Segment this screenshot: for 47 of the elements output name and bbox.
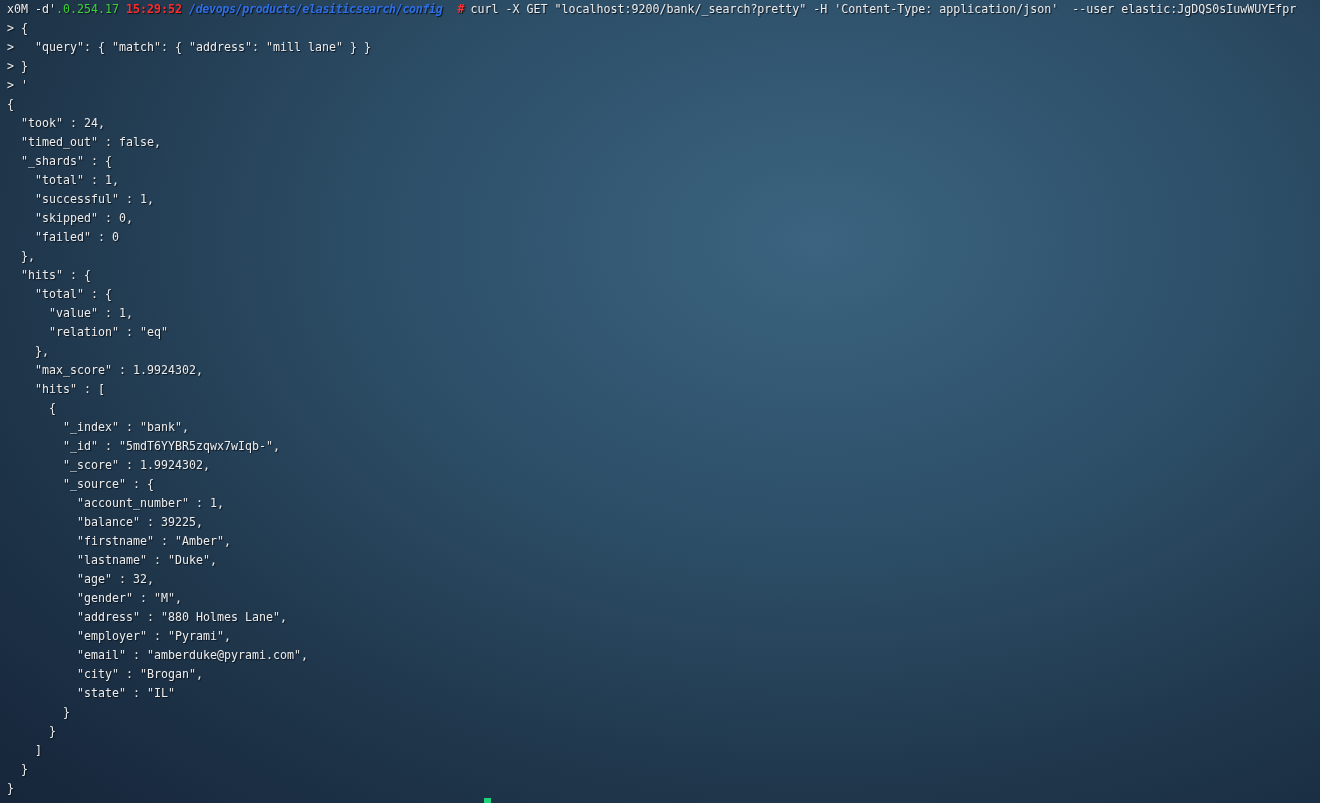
output-line: "skipped" : 0, [35, 210, 133, 227]
output-line: { [49, 400, 56, 417]
output-line: "_score" : 1.9924302, [63, 457, 210, 474]
output-line: "successful" : 1, [35, 191, 154, 208]
output-line: "_shards" : { [21, 153, 112, 170]
output-line: "address" : "880 Holmes Lane", [77, 609, 287, 626]
output-line: }, [35, 343, 49, 360]
output-line: "age" : 32, [77, 571, 154, 588]
output-line: "relation" : "eq" [49, 324, 168, 341]
output-line: { [7, 96, 14, 113]
output-line: } [49, 723, 56, 740]
output-line: "gender" : "M", [77, 590, 182, 607]
output-line: "employer" : "Pyrami", [77, 628, 231, 645]
input-line: > ' [7, 77, 28, 94]
host-address: .0.254.17 [56, 1, 119, 18]
output-line: "_index" : "bank", [63, 419, 189, 436]
output-line: "firstname" : "Amber", [77, 533, 231, 550]
input-line: > } [7, 58, 28, 75]
clock-time: 15:29:52 [126, 1, 182, 18]
output-line: "total" : { [35, 286, 112, 303]
output-line: "balance" : 39225, [77, 514, 203, 531]
input-line: > "query": { "match": { "address": "mill lane" } } [7, 39, 371, 56]
output-line: "state" : "IL" [77, 685, 175, 702]
output-line: "hits" : [ [35, 381, 105, 398]
output-line: "total" : 1, [35, 172, 119, 189]
output-line: } [7, 780, 14, 797]
output-line: "value" : 1, [49, 305, 133, 322]
command-text: curl -X GET "localhost:9200/bank/_search?pretty" -H 'Content-Type: application/json' --user elastic:JgDQS0sIuwWUYEfpr [470, 1, 1297, 18]
input-line: > { [7, 20, 28, 37]
output-line: "_source" : { [63, 476, 154, 493]
output-line: "failed" : 0 [35, 229, 119, 246]
directory-path: /devops/products/elasiticsearch/config [189, 1, 443, 18]
output-line: "_id" : "5mdT6YYBR5zqwx7wIqb-", [63, 438, 280, 455]
output-line: "timed_out" : false, [21, 134, 161, 151]
output-line: "email" : "amberduke@pyrami.com", [77, 647, 308, 664]
output-line: "account_number" : 1, [77, 495, 224, 512]
output-line: "took" : 24, [21, 115, 105, 132]
output-line: "max_score" : 1.9924302, [35, 362, 203, 379]
output-line: "city" : "Brogan", [77, 666, 203, 683]
prompt-text: x0M -d' [7, 1, 56, 18]
output-line: } [63, 704, 70, 721]
output-line: }, [21, 248, 35, 265]
output-line: "hits" : { [21, 267, 91, 284]
output-line: } [21, 761, 28, 778]
output-line: "lastname" : "Duke", [77, 552, 217, 569]
output-line: ] [35, 742, 42, 759]
prompt-symbol: # [457, 1, 465, 18]
